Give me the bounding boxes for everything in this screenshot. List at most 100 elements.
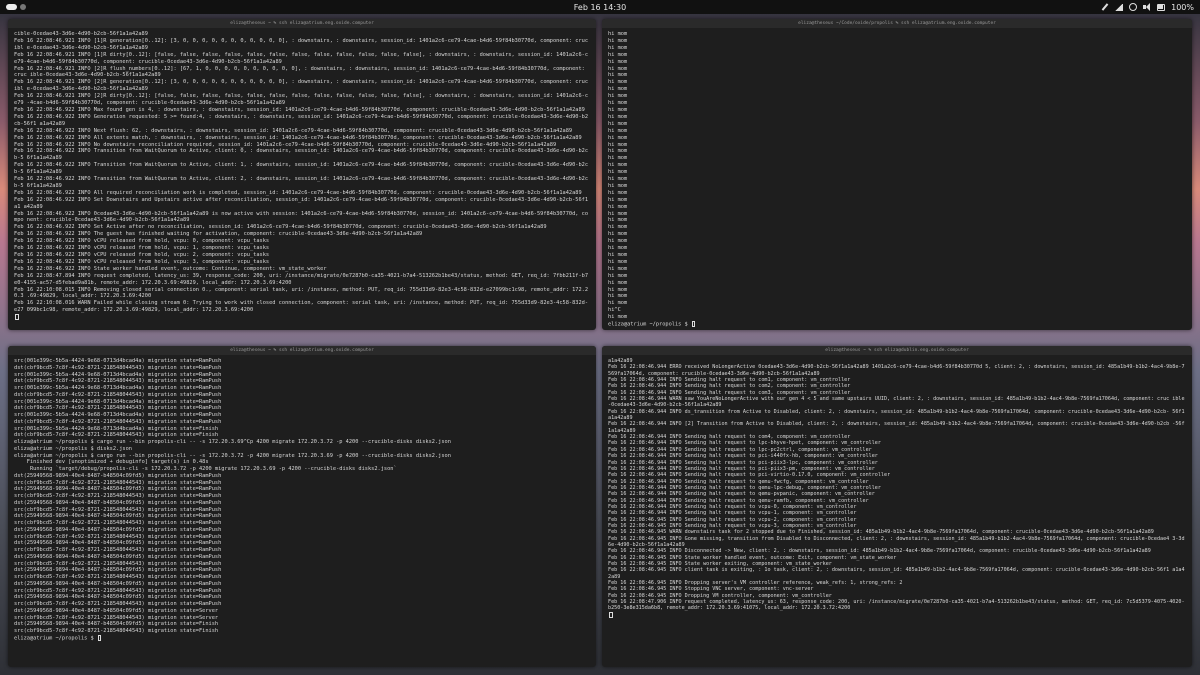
terminal-line: dst(25949568-9894-40e4-8487-b48504c09fd5… (14, 621, 219, 628)
terminal-line: Feb 16 22:08:46.944 INFO ds_transition f… (608, 408, 1185, 422)
terminal-title[interactable]: eliza@theseus ~/Code/oxide/propolis % ss… (602, 19, 1192, 28)
terminal-line: hi mom (608, 37, 628, 44)
terminal-line: Feb 16 22:08:47.894 INFO request complet… (14, 272, 589, 286)
terminal-prompt[interactable]: eliza@atrium ~/propolis $ (608, 321, 1186, 328)
terminal-line: hi mom (608, 258, 628, 265)
terminal-title[interactable]: eliza@theseus ~ % ssh eliza@atrium.eng.o… (8, 346, 596, 355)
terminal-line: hi mom (608, 217, 628, 224)
terminal-line: hi mom (608, 100, 628, 107)
terminal-line: dst(25949568-9894-40e4-8487-b48504c09fd5… (14, 540, 222, 547)
terminal-line: cible-0cedae43-3d6e-4d90-b2cb-56f1a1a42a… (14, 31, 148, 37)
terminal-line: eliza@atrium ~/propolis $ disks2.json (14, 445, 132, 452)
terminal-line: Feb 16 22:08:46.945 INFO Disconnected ->… (608, 548, 1151, 555)
terminal-window-bottom-left[interactable]: eliza@theseus ~ % ssh eliza@atrium.eng.o… (8, 346, 596, 667)
terminal-line: hi mom (608, 148, 628, 155)
terminal-line: Feb 16 22:08:46.922 INFO Generation requ… (14, 113, 589, 127)
terminal-line: Feb 16 22:08:46.922 INFO State worker ha… (14, 265, 327, 272)
system-tray[interactable]: 100% (1101, 3, 1200, 12)
terminal-line: src(cbf9bcd5-7c8f-4c92-8721-218548044543… (14, 601, 222, 607)
terminal-line: Feb 16 22:08:46.944 ERRO received NoLong… (608, 364, 1185, 377)
terminal-window-bottom-right[interactable]: eliza@theseus ~ % ssh eliza@dublin.eng.o… (602, 346, 1192, 667)
terminal-line: src(cbf9bcd5-7c8f-4c92-8721-218548044543… (14, 560, 222, 567)
cursor (15, 314, 19, 321)
terminal-line: hi mom (608, 155, 628, 162)
terminal-line: Feb 16 22:08:46.922 INFO vCPU released f… (14, 258, 270, 265)
terminal-window-top-left[interactable]: eliza@theseus ~ % ssh eliza@atrium.eng.o… (8, 19, 596, 330)
terminal-line: src(001e399c-5b5a-4424-9e68-0713d4bcad4a… (14, 358, 222, 364)
terminal-line: Feb 16 22:08:46.922 INFO Transition from… (14, 176, 589, 189)
terminal-line: dst(25949568-9894-40e4-8487-b48504c09fd5… (14, 486, 222, 493)
terminal-line: hi mom (608, 120, 628, 127)
clock[interactable]: Feb 16 14:30 (0, 3, 1200, 12)
battery-icon[interactable] (1157, 3, 1166, 11)
terminal-line: hi mom (608, 113, 628, 120)
prompt-text: eliza@atrium ~/propolis $ (608, 321, 691, 328)
terminal-prompt[interactable] (608, 611, 1186, 619)
terminal-line: hi mom (608, 86, 628, 93)
terminal-line: Feb 16 22:08:46.944 INFO [2] Transition … (608, 421, 1185, 434)
terminal-line: Feb 16 22:10:08.016 WARN Failed while cl… (14, 300, 589, 314)
terminal-line: hi mom (608, 162, 628, 169)
terminal-line: Feb 16 22:08:46.922 INFO Set Active afte… (14, 224, 547, 231)
terminal-line: dst(25949568-9894-40e4-8487-b48504c09fd5… (14, 580, 222, 587)
terminal-line: hi mom (608, 65, 628, 72)
terminal-output[interactable]: src(001e399c-5b5a-4424-9e68-0713d4bcad4a… (8, 355, 596, 642)
terminal-line: src(001e399c-5b5a-4424-9e68-0713d4bcad4a… (14, 398, 222, 405)
terminal-line: dst(cbf9bcd5-7c8f-4c92-8721-218548044543… (14, 405, 222, 412)
terminal-line: src(001e399c-5b5a-4424-9e68-0713d4bcad4a… (14, 385, 222, 391)
volume-icon[interactable] (1143, 3, 1151, 11)
terminal-output[interactable]: cible-0cedae43-3d6e-4d90-b2cb-56f1a1a42a… (8, 28, 596, 322)
terminal-line: hi^C (608, 307, 621, 314)
top-bar: Feb 16 14:30 100% (0, 0, 1200, 14)
terminal-line: src(cbf9bcd5-7c8f-4c92-8721-218548044543… (14, 547, 222, 553)
terminal-line: hi mom (608, 286, 628, 293)
terminal-line: dst(25949568-9894-40e4-8487-b48504c09fd5… (14, 567, 222, 574)
terminal-line: Feb 16 22:08:46.922 INFO Max found gen i… (14, 106, 585, 113)
terminal-line: hi mom (608, 51, 628, 58)
terminal-line: hi mom (608, 106, 628, 113)
terminal-line: hi mom (608, 79, 628, 86)
terminal-line: src(cbf9bcd5-7c8f-4c92-8721-218548044543… (14, 520, 222, 526)
terminal-line: hi mom (608, 72, 628, 79)
terminal-line: hi mom (608, 169, 628, 176)
terminal-line: hi mom (608, 31, 628, 37)
terminal-line: hi mom (608, 314, 628, 321)
terminal-line: Feb 16 22:08:46.922 INFO Set Downstairs … (14, 196, 589, 210)
status-circle-icon[interactable] (1129, 3, 1138, 11)
workspace-dot-active[interactable] (6, 4, 17, 10)
terminal-line: Feb 16 22:08:46.922 INFO 0cedae43-3d6e-4… (14, 210, 589, 224)
terminal-line: Finished dev [unoptimized + debuginfo] t… (14, 459, 209, 466)
workspace-dot[interactable] (20, 4, 26, 10)
pen-icon[interactable] (1101, 3, 1109, 11)
terminal-prompt[interactable] (14, 314, 590, 321)
terminal-line: dst(cbf9bcd5-7c8f-4c92-8721-218548044543… (14, 418, 222, 425)
terminal-window-top-right[interactable]: eliza@theseus ~/Code/oxide/propolis % ss… (602, 19, 1192, 330)
terminal-output[interactable]: hi mom hi mom hi mom hi mom hi mom hi mom hi m… (602, 28, 1192, 328)
terminal-line: Feb 16 22:08:46.921 INFO [2]R dirty[0..1… (14, 93, 589, 107)
terminal-line: Feb 16 22:08:46.922 INFO vCPU released f… (14, 245, 270, 252)
workspace-indicator[interactable] (0, 4, 26, 10)
terminal-line: hi mom (608, 272, 628, 279)
terminal-line: Feb 16 22:08:46.922 INFO Next flush: 62,… (14, 127, 573, 134)
terminal-line: hi mom (608, 127, 628, 134)
terminal-line: Feb 16 22:08:46.921 INFO [2]R flush_numb… (14, 65, 589, 79)
terminal-line: src(cbf9bcd5-7c8f-4c92-8721-218548044543… (14, 479, 222, 486)
terminal-line: Running `target/debug/propolis-cli -s 17… (14, 466, 397, 472)
terminal-line: hi mom (608, 238, 628, 245)
terminal-line: src(001e399c-5b5a-4424-9e68-0713d4bcad4a… (14, 371, 222, 378)
terminal-line: hi mom (608, 231, 628, 238)
terminal-output[interactable]: a1a42a89 Feb 16 22:08:46.944 ERRO receive… (602, 355, 1192, 619)
terminal-line: hi mom (608, 265, 628, 272)
terminal-line: hi mom (608, 293, 628, 300)
terminal-line: src(cbf9bcd5-7c8f-4c92-8721-218548044543… (14, 493, 222, 499)
terminal-line: Feb 16 22:08:46.922 INFO vCPU released f… (14, 238, 270, 245)
terminal-title[interactable]: eliza@theseus ~ % ssh eliza@dublin.eng.o… (602, 346, 1192, 355)
terminal-prompt[interactable]: eliza@atrium ~/propolis $ (14, 634, 590, 642)
terminal-line: src(cbf9bcd5-7c8f-4c92-8721-218548044543… (14, 614, 219, 621)
terminal-title[interactable]: eliza@theseus ~ % ssh eliza@atrium.eng.o… (8, 19, 596, 28)
terminal-line: src(cbf9bcd5-7c8f-4c92-8721-218548044543… (14, 506, 222, 513)
network-icon[interactable] (1115, 3, 1124, 11)
terminal-line: hi mom (608, 134, 628, 141)
terminal-line: Feb 16 22:08:46.922 INFO All extents mat… (14, 134, 582, 141)
terminal-line: eliza@atrium ~/propolis $ cargo run --bi… (14, 452, 451, 459)
